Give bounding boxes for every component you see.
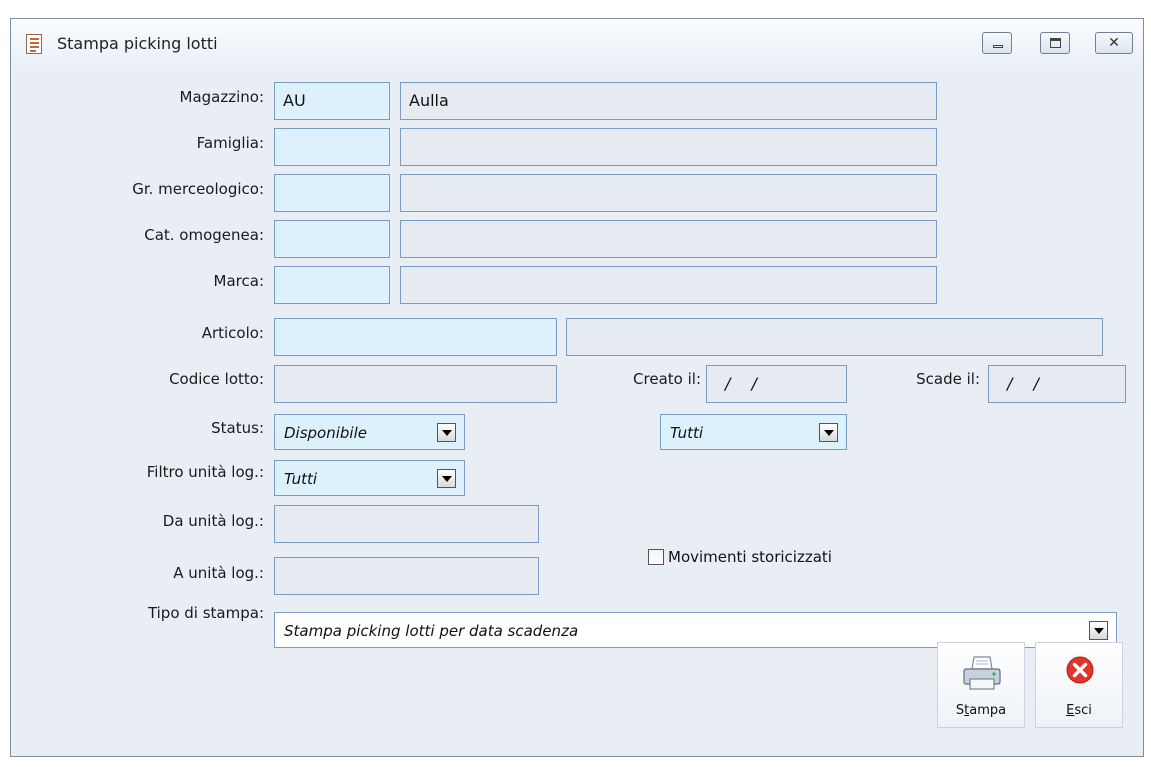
- codice-lotto-field[interactable]: [274, 365, 557, 403]
- label-creato-il: Creato il:: [633, 370, 701, 388]
- label-categoria-omogenea: Cat. omogenea:: [144, 226, 264, 244]
- creato-il-field[interactable]: / /: [706, 365, 847, 403]
- magazzino-code-field[interactable]: AU: [274, 82, 390, 120]
- label-marca: Marca:: [213, 272, 264, 290]
- marca-code-field[interactable]: [274, 266, 390, 304]
- chevron-down-icon[interactable]: [819, 423, 838, 442]
- famiglia-code-field[interactable]: [274, 128, 390, 166]
- minimize-icon: [993, 45, 1003, 48]
- status-select[interactable]: Disponibile: [274, 414, 465, 450]
- close-window-button[interactable]: ✕: [1095, 32, 1133, 54]
- movimenti-storicizzati-checkbox[interactable]: [648, 549, 664, 565]
- chevron-down-icon[interactable]: [437, 423, 456, 442]
- close-icon: ✕: [1108, 35, 1120, 51]
- chevron-down-icon[interactable]: [437, 469, 456, 488]
- report-icon: [26, 34, 42, 54]
- tipo-stampa-select-value: Stampa picking lotti per data scadenza: [284, 622, 579, 640]
- gruppo-desc-field[interactable]: [400, 174, 937, 212]
- label-a-unita: A unità log.:: [173, 564, 264, 582]
- label-codice-lotto: Codice lotto:: [169, 370, 264, 388]
- status2-select[interactable]: Tutti: [660, 414, 847, 450]
- label-scade-il: Scade il:: [916, 370, 980, 388]
- window-title: Stampa picking lotti: [57, 34, 218, 53]
- articolo-code-field[interactable]: [274, 318, 557, 356]
- magazzino-desc-field[interactable]: Aulla: [400, 82, 937, 120]
- filtro-unita-select[interactable]: Tutti: [274, 460, 465, 496]
- status2-select-value: Tutti: [670, 424, 704, 442]
- label-magazzino: Magazzino:: [179, 88, 265, 106]
- label-gruppo-merceologico: Gr. merceologico:: [132, 180, 264, 198]
- articolo-desc-field[interactable]: [566, 318, 1103, 356]
- esci-button-label: Esci: [1066, 703, 1092, 718]
- minimize-button[interactable]: [982, 32, 1012, 54]
- categoria-code-field[interactable]: [274, 220, 390, 258]
- maximize-icon: [1050, 38, 1061, 48]
- scade-il-field[interactable]: / /: [988, 365, 1126, 403]
- gruppo-code-field[interactable]: [274, 174, 390, 212]
- a-unita-field[interactable]: [274, 557, 539, 595]
- close-icon: [1066, 656, 1094, 684]
- chevron-down-icon[interactable]: [1089, 621, 1108, 640]
- da-unita-field[interactable]: [274, 505, 539, 543]
- label-tipo-stampa: Tipo di stampa:: [147, 604, 264, 622]
- movimenti-storicizzati-label[interactable]: Movimenti storicizzati: [668, 548, 832, 566]
- stampa-button-label: Stampa: [955, 703, 1007, 718]
- label-status: Status:: [211, 419, 264, 437]
- esci-button[interactable]: Esci: [1035, 642, 1123, 728]
- categoria-desc-field[interactable]: [400, 220, 937, 258]
- label-da-unita: Da unità log.:: [162, 512, 264, 530]
- printer-icon: [963, 656, 1001, 690]
- famiglia-desc-field[interactable]: [400, 128, 937, 166]
- label-filtro-unita: Filtro unità log.:: [146, 463, 264, 481]
- label-famiglia: Famiglia:: [196, 134, 264, 152]
- stampa-button[interactable]: Stampa: [937, 642, 1025, 728]
- title-bar: Stampa picking lotti ✕: [11, 19, 1143, 65]
- marca-desc-field[interactable]: [400, 266, 937, 304]
- filtro-unita-select-value: Tutti: [284, 470, 318, 488]
- label-articolo: Articolo:: [201, 324, 264, 342]
- maximize-button[interactable]: [1040, 32, 1070, 54]
- status-select-value: Disponibile: [284, 424, 367, 442]
